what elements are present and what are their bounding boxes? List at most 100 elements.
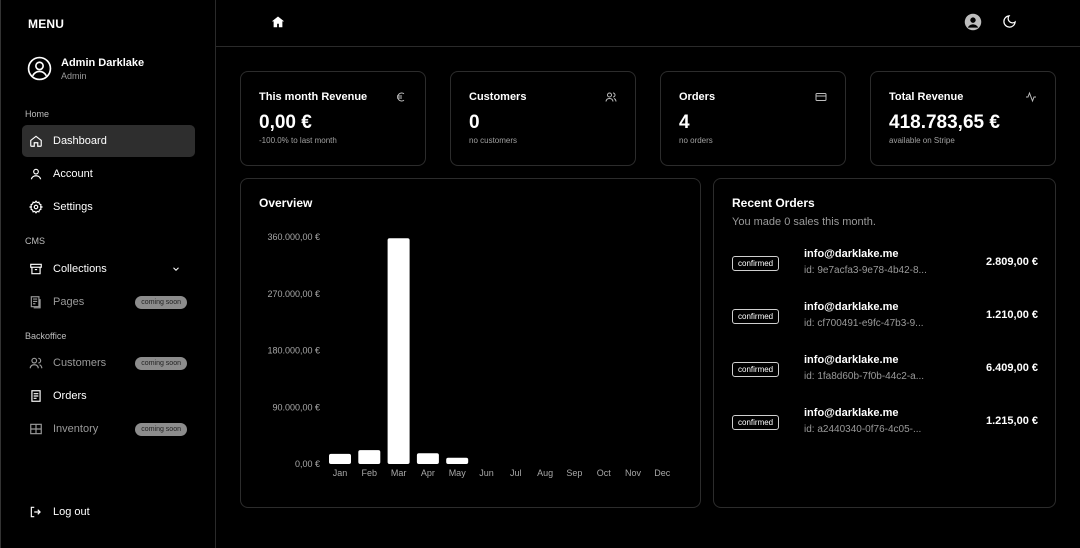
- stat-title: Orders: [679, 91, 716, 103]
- stat-value: 0,00 €: [259, 112, 312, 133]
- section-label-backoffice: Backoffice: [25, 331, 67, 341]
- stat-subtext: -100.0% to last month: [259, 136, 337, 145]
- coming-soon-badge: coming soon: [135, 356, 187, 370]
- stat-value: 0: [469, 112, 480, 133]
- stat-title: Total Revenue: [889, 91, 964, 103]
- order-amount: 1.215,00 €: [986, 415, 1038, 427]
- sidebar-item-pages: Pages coming soon: [22, 286, 195, 318]
- user-name: Admin Darklake: [61, 56, 145, 69]
- order-row[interactable]: confirmed info@darklake.me id: 1fa8d60b-…: [732, 354, 1038, 388]
- status-badge: confirmed: [732, 362, 780, 377]
- sidebar-item-label: Orders: [53, 390, 87, 402]
- sidebar-item-customers: Customers coming soon: [22, 347, 195, 379]
- home-button[interactable]: [271, 15, 285, 29]
- x-tick-label: Jun: [479, 468, 494, 478]
- order-email: info@darklake.me: [804, 301, 899, 313]
- status-badge: confirmed: [732, 309, 780, 324]
- order-amount: 1.210,00 €: [986, 309, 1038, 321]
- order-email: info@darklake.me: [804, 407, 899, 419]
- bar-feb: [358, 450, 381, 464]
- sidebar-item-collections[interactable]: Collections: [22, 253, 195, 285]
- order-amount: 6.409,00 €: [986, 362, 1038, 374]
- coming-soon-badge: coming soon: [135, 295, 187, 309]
- x-tick-label: Nov: [625, 468, 642, 478]
- sidebar-item-settings[interactable]: Settings: [22, 191, 195, 223]
- logout-button[interactable]: Log out: [22, 496, 195, 528]
- order-row[interactable]: confirmed info@darklake.me id: cf700491-…: [732, 301, 1038, 335]
- sidebar-item-label: Collections: [53, 263, 107, 275]
- order-email: info@darklake.me: [804, 248, 899, 260]
- x-tick-label: Feb: [362, 468, 378, 478]
- sidebar-item-label: Pages: [53, 296, 85, 308]
- y-tick-label: 360.000,00 €: [267, 232, 320, 242]
- sidebar-item-label: Account: [53, 168, 93, 180]
- logout-label: Log out: [53, 506, 90, 518]
- overview-card: Overview 0,00 €90.000,00 €180.000,00 €27…: [240, 178, 701, 508]
- bar-apr: [416, 453, 439, 464]
- order-id: id: a2440340-0f76-4c05-...: [804, 424, 922, 435]
- pages-icon: [28, 294, 44, 310]
- order-email: info@darklake.me: [804, 354, 899, 366]
- order-amount: 2.809,00 €: [986, 256, 1038, 268]
- euro-icon: [397, 92, 405, 102]
- profile-button[interactable]: [964, 13, 982, 31]
- app-root: MENU Admin Darklake Admin Home Dashboard…: [0, 0, 1080, 548]
- theme-toggle-button[interactable]: [1002, 14, 1017, 29]
- user-circle-icon: [964, 13, 982, 31]
- menu-title: MENU: [28, 17, 65, 31]
- order-id: id: cf700491-e9fc-47b3-9...: [804, 318, 924, 329]
- stat-value: 4: [679, 112, 690, 133]
- section-label-cms: CMS: [25, 236, 45, 246]
- inventory-icon: [28, 421, 44, 437]
- overview-bar-chart: 0,00 € 90.000,00 € 180.000,00 € 270.000,00 …: [267, 232, 670, 478]
- x-tick-label: Sep: [566, 468, 582, 478]
- users-icon: [28, 355, 44, 371]
- recent-orders-subtitle: You made 0 sales this month.: [732, 216, 876, 228]
- recent-orders-card: Recent Orders You made 0 sales this mont…: [713, 178, 1056, 508]
- user-profile[interactable]: Admin Darklake Admin: [27, 56, 144, 81]
- section-label-home: Home: [25, 109, 50, 119]
- stat-card-total-revenue: Total Revenue 418.783,65 € available on …: [870, 71, 1056, 166]
- stat-subtext: no customers: [469, 136, 518, 145]
- sidebar-item-inventory: Inventory coming soon: [22, 413, 195, 445]
- users-icon: [605, 92, 617, 102]
- sidebar-item-label: Inventory: [53, 423, 99, 435]
- sidebar-item-dashboard[interactable]: Dashboard: [22, 125, 195, 157]
- home-icon: [271, 16, 285, 28]
- order-row[interactable]: confirmed info@darklake.me id: 9e7acfa3-…: [732, 248, 1038, 282]
- recent-orders-title: Recent Orders: [732, 196, 815, 210]
- status-badge: confirmed: [732, 415, 780, 430]
- stat-subtext: no orders: [679, 136, 713, 145]
- order-row[interactable]: confirmed info@darklake.me id: a2440340-…: [732, 407, 1038, 441]
- bar-jan: [329, 453, 351, 464]
- x-tick-label: Jan: [333, 468, 348, 478]
- x-tick-label: Mar: [391, 468, 407, 478]
- stat-subtext: available on Stripe: [889, 136, 955, 145]
- y-tick-label: 90.000,00 €: [272, 402, 320, 412]
- coming-soon-badge: coming soon: [135, 422, 187, 436]
- activity-icon: [1026, 91, 1036, 103]
- user-role: Admin: [61, 70, 87, 81]
- y-tick-label: 270.000,00 €: [267, 289, 320, 299]
- sidebar-item-label: Settings: [53, 201, 93, 213]
- sidebar-item-orders[interactable]: Orders: [22, 380, 195, 412]
- top-header: [216, 0, 1080, 47]
- home-icon: [28, 133, 44, 149]
- x-tick-label: Oct: [597, 468, 612, 478]
- x-tick-label: Apr: [421, 468, 435, 478]
- user-avatar-icon: [27, 56, 52, 81]
- chevron-down-icon[interactable]: [171, 264, 181, 274]
- bar-mar: [387, 238, 410, 464]
- x-tick-label: Jul: [510, 468, 522, 478]
- y-tick-label: 0,00 €: [295, 459, 320, 469]
- stat-title: This month Revenue: [259, 91, 368, 103]
- credit-card-icon: [815, 93, 827, 101]
- moon-icon: [1003, 15, 1016, 28]
- user-icon: [28, 166, 44, 182]
- sidebar-item-label: Dashboard: [53, 135, 107, 147]
- x-tick-label: Aug: [537, 468, 553, 478]
- logout-icon: [28, 504, 44, 520]
- y-tick-label: 180.000,00 €: [267, 346, 320, 356]
- archive-icon: [28, 261, 44, 277]
- sidebar-item-account[interactable]: Account: [22, 158, 195, 190]
